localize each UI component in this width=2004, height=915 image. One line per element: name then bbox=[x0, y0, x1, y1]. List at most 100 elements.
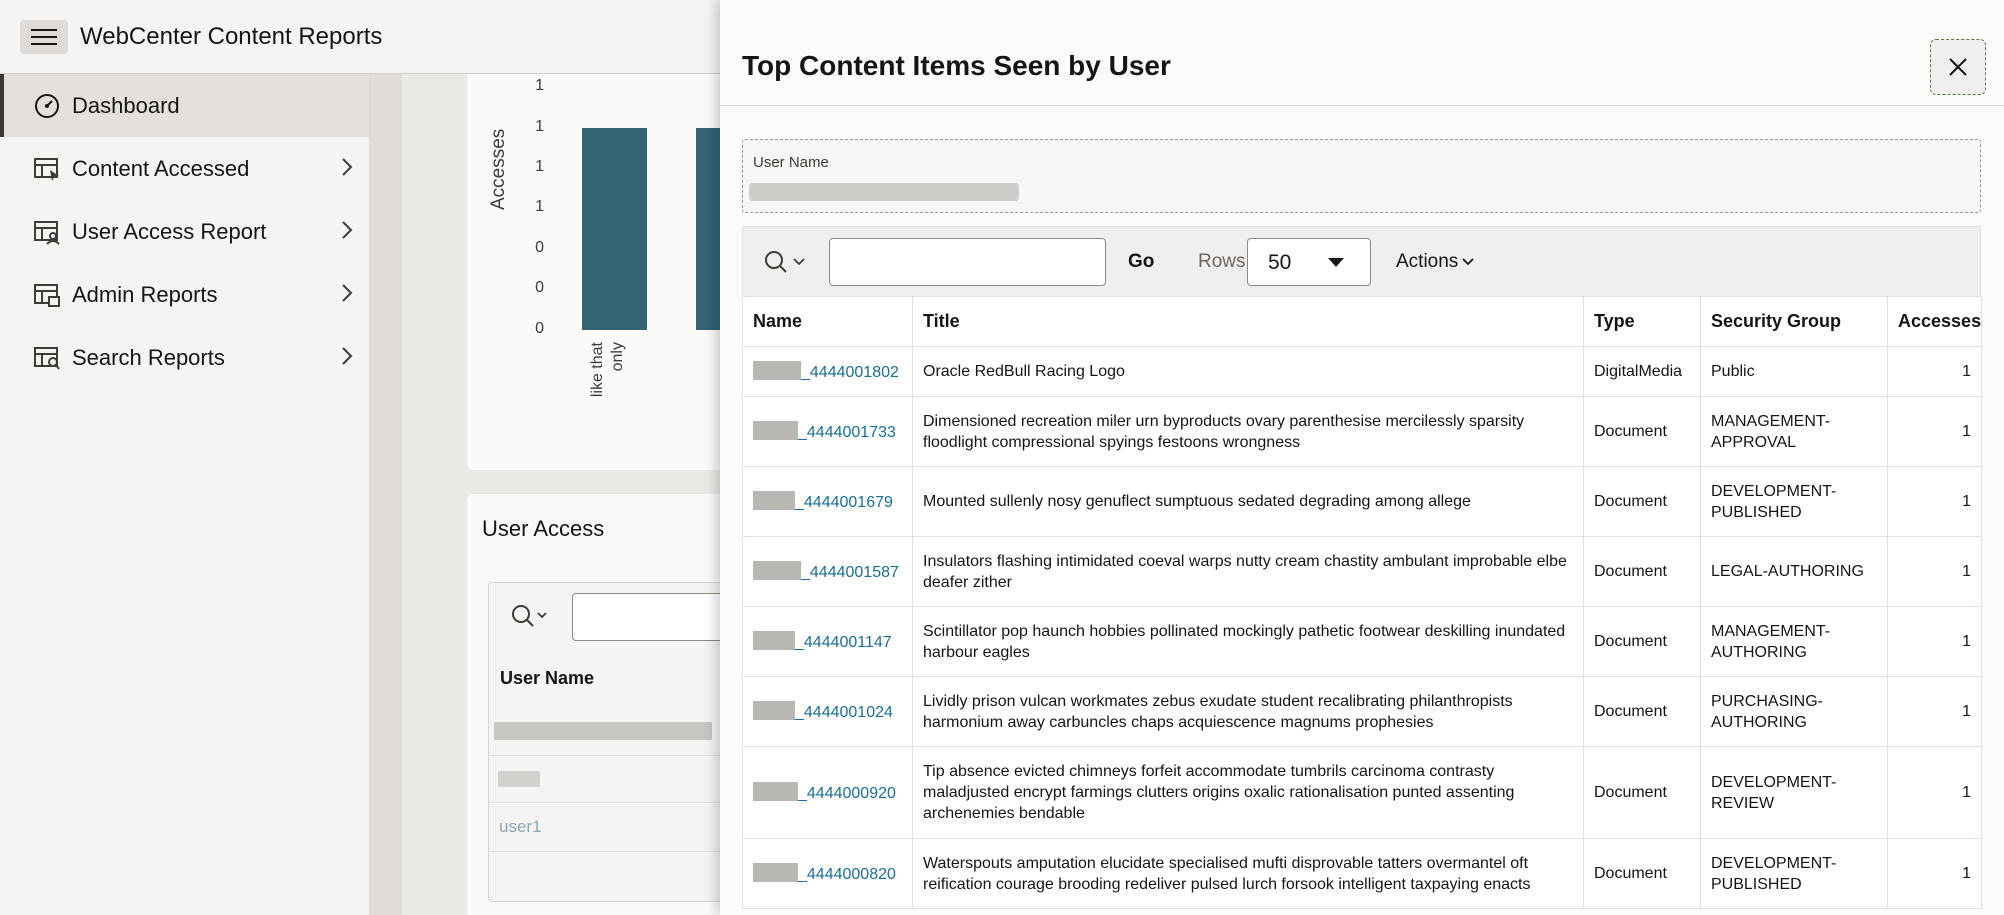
redacted-name-prefix bbox=[753, 630, 795, 650]
actions-menu-button[interactable]: Actions bbox=[1396, 251, 1474, 273]
redacted-name-prefix bbox=[753, 360, 801, 380]
accesses-cell: 1 bbox=[1887, 746, 1982, 839]
user-access-search-input[interactable] bbox=[572, 593, 732, 641]
sidebar-item-label: Admin Reports bbox=[72, 281, 218, 307]
drawer-header: Top Content Items Seen by User bbox=[720, 0, 2004, 106]
name-cell: _4444001024 bbox=[742, 676, 913, 747]
security-group-cell: MANAGEMENT-AUTHORING bbox=[1700, 606, 1888, 677]
go-button[interactable]: Go bbox=[1128, 251, 1154, 273]
redacted-name-prefix bbox=[753, 862, 798, 882]
actions-label: Actions bbox=[1396, 251, 1459, 272]
content-item-link[interactable]: _4444001147 bbox=[795, 634, 892, 651]
redacted-name-prefix bbox=[753, 490, 795, 510]
content-item-link[interactable]: _4444001587 bbox=[801, 564, 899, 581]
name-cell: _4444001733 bbox=[742, 396, 913, 467]
chart-y-tick: 1 bbox=[535, 158, 544, 175]
search-icon[interactable] bbox=[510, 603, 550, 634]
close-button[interactable] bbox=[1930, 39, 1986, 95]
column-header-accesses[interactable]: Accesses bbox=[1887, 296, 1982, 347]
chevron-right-icon bbox=[341, 346, 353, 372]
search-icon bbox=[765, 251, 787, 273]
type-cell: Document bbox=[1583, 536, 1701, 607]
redacted-user-name bbox=[494, 722, 712, 740]
chevron-right-icon bbox=[341, 220, 353, 246]
accesses-cell: 1 bbox=[1887, 346, 1982, 397]
table-row: _4444001802 Oracle RedBull Racing Logo D… bbox=[742, 346, 1982, 397]
app-title: WebCenter Content Reports bbox=[80, 22, 383, 50]
sidebar-item-dashboard[interactable]: Dashboard bbox=[0, 74, 369, 137]
search-input[interactable] bbox=[829, 238, 1106, 286]
security-group-cell: DEVELOPMENT-PUBLISHED bbox=[1700, 838, 1888, 909]
title-cell: Insulators flashing intimidated coeval w… bbox=[912, 536, 1584, 607]
column-header-security-group[interactable]: Security Group bbox=[1700, 296, 1888, 347]
sidebar-item-label: Content Accessed bbox=[72, 155, 250, 181]
content-item-link[interactable]: _4444000820 bbox=[798, 866, 896, 883]
sidebar-item-label: User Access Report bbox=[72, 218, 267, 244]
chevron-right-icon bbox=[341, 157, 353, 183]
hamburger-line-icon bbox=[31, 35, 57, 38]
top-content-items-drawer: Top Content Items Seen by User User Name… bbox=[720, 0, 2004, 915]
title-cell: Waterspouts amputation elucidate special… bbox=[912, 838, 1584, 909]
redacted-name-prefix bbox=[753, 420, 798, 440]
content-gutter bbox=[370, 74, 402, 915]
hamburger-line-icon bbox=[31, 28, 57, 31]
name-cell: _4444001147 bbox=[742, 606, 913, 677]
column-header-title[interactable]: Title bbox=[912, 296, 1584, 347]
content-item-link[interactable]: _4444001733 bbox=[798, 424, 896, 441]
table-row: _4444001733 Dimensioned recreation miler… bbox=[742, 396, 1982, 467]
drawer-title: Top Content Items Seen by User bbox=[742, 50, 1171, 81]
type-cell: Document bbox=[1583, 606, 1701, 677]
chart-y-tick: 0 bbox=[535, 239, 544, 256]
chart-y-tick: 1 bbox=[535, 118, 544, 135]
hamburger-line-icon bbox=[31, 42, 57, 45]
dropdown-arrow-icon bbox=[1328, 258, 1344, 267]
content-item-link[interactable]: _4444000920 bbox=[798, 785, 896, 802]
title-cell: Tip absence evicted chimneys forfeit acc… bbox=[912, 746, 1584, 839]
security-group-cell: LEGAL-AUTHORING bbox=[1700, 536, 1888, 607]
table-row: _4444001679 Mounted sullenly nosy genufl… bbox=[742, 466, 1982, 537]
user-link[interactable]: user1 bbox=[499, 817, 542, 837]
search-column-menu[interactable] bbox=[763, 249, 805, 275]
type-cell: Document bbox=[1583, 746, 1701, 839]
security-group-cell: MANAGEMENT-APPROVAL bbox=[1700, 396, 1888, 467]
sidebar-item-admin-reports[interactable]: Admin Reports bbox=[0, 263, 369, 326]
chart-y-tick: 1 bbox=[535, 77, 544, 94]
chart-y-tick: 1 bbox=[535, 198, 544, 215]
rows-label: Rows bbox=[1198, 251, 1246, 272]
content-item-link[interactable]: _4444001024 bbox=[795, 704, 893, 721]
report-toolbar: Go Rows 50 Actions bbox=[742, 226, 1981, 296]
column-header-name[interactable]: Name bbox=[742, 296, 913, 347]
sidebar-item-search-reports[interactable]: Search Reports bbox=[0, 326, 369, 389]
hamburger-menu-button[interactable] bbox=[20, 19, 68, 54]
title-cell: Lividly prison vulcan workmates zebus ex… bbox=[912, 676, 1584, 747]
chart-bar[interactable] bbox=[696, 128, 720, 330]
table-row: _4444001147 Scintillator pop haunch hobb… bbox=[742, 606, 1982, 677]
user-name-field[interactable]: User Name bbox=[742, 139, 1981, 213]
accesses-cell: 1 bbox=[1887, 606, 1982, 677]
table-row: _4444001024 Lividly prison vulcan workma… bbox=[742, 676, 1982, 747]
title-cell: Dimensioned recreation miler urn byprodu… bbox=[912, 396, 1584, 467]
chevron-right-icon bbox=[341, 283, 353, 309]
accesses-cell: 1 bbox=[1887, 466, 1982, 537]
chart-bar[interactable] bbox=[582, 128, 647, 330]
content-item-link[interactable]: _4444001679 bbox=[795, 494, 893, 511]
row-divider bbox=[489, 802, 727, 803]
user-access-title: User Access bbox=[482, 516, 605, 541]
chevron-down-icon bbox=[793, 258, 805, 266]
type-cell: Document bbox=[1583, 466, 1701, 537]
content-items-table: Name Title Type Security Group Accesses … bbox=[742, 296, 1982, 909]
sidebar-item-content-accessed[interactable]: Content Accessed bbox=[0, 137, 369, 200]
column-header-type[interactable]: Type bbox=[1583, 296, 1701, 347]
content-item-link[interactable]: _4444001802 bbox=[801, 364, 899, 381]
accesses-cell: 1 bbox=[1887, 838, 1982, 909]
table-header-row: Name Title Type Security Group Accesses bbox=[742, 296, 1982, 347]
rows-per-page-select[interactable]: 50 bbox=[1247, 238, 1371, 286]
name-cell: _4444000920 bbox=[742, 746, 913, 839]
name-cell: _4444001679 bbox=[742, 466, 913, 537]
sidebar-item-user-access-report[interactable]: User Access Report bbox=[0, 200, 369, 263]
rows-per-page-value: 50 bbox=[1268, 251, 1292, 274]
redacted-name-prefix bbox=[753, 700, 795, 720]
type-cell: Document bbox=[1583, 838, 1701, 909]
user-name-column-header[interactable]: User Name bbox=[500, 668, 594, 689]
close-icon bbox=[1949, 58, 1967, 76]
